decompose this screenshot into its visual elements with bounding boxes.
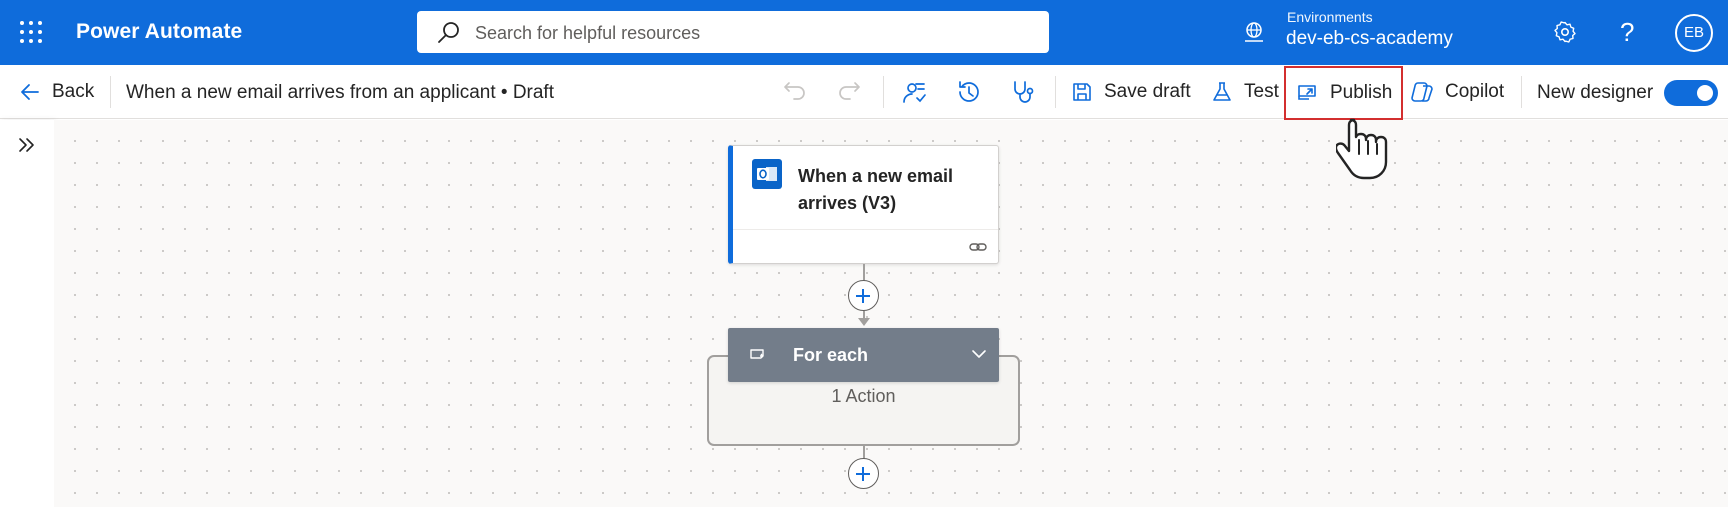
- search-input[interactable]: Search for helpful resources: [475, 23, 700, 44]
- hand-cursor-icon: [1336, 118, 1388, 180]
- save-icon: [1073, 83, 1091, 101]
- app-title[interactable]: Power Automate: [76, 20, 242, 44]
- divider: [1055, 76, 1056, 108]
- new-designer-toggle[interactable]: [1664, 80, 1718, 106]
- copilot-icon: [1411, 82, 1433, 102]
- search-icon: [438, 22, 459, 43]
- help-icon[interactable]: ?: [1620, 17, 1634, 48]
- environment-name[interactable]: dev-eb-cs-academy: [1286, 28, 1453, 50]
- command-bar: Back When a new email arrives from an ap…: [0, 65, 1728, 119]
- divider: [883, 76, 884, 108]
- test-label: Test: [1244, 81, 1279, 102]
- test-button[interactable]: Test: [1210, 65, 1279, 119]
- redo-icon[interactable]: [835, 78, 863, 106]
- action-count: 1 Action: [831, 386, 896, 406]
- foreach-title: For each: [793, 345, 869, 365]
- copilot-label: Copilot: [1445, 81, 1505, 102]
- version-history-icon[interactable]: [955, 78, 983, 106]
- flow-title: When a new email arrives from an applica…: [126, 82, 554, 103]
- search-box[interactable]: Search for helpful resources: [417, 11, 1049, 53]
- publish-button[interactable]: Publish: [1284, 66, 1403, 120]
- undo-icon[interactable]: [781, 78, 809, 106]
- back-label: Back: [52, 81, 95, 102]
- environment-icon[interactable]: [1242, 20, 1266, 44]
- left-sidebar: [0, 120, 54, 507]
- top-bar: Power Automate Search for helpful resour…: [0, 0, 1728, 65]
- divider: [110, 76, 111, 108]
- save-draft-label: Save draft: [1104, 81, 1191, 102]
- flask-icon: [1213, 82, 1231, 101]
- divider: [1521, 76, 1522, 108]
- divider: [733, 229, 998, 230]
- environment-label: Environments: [1287, 9, 1373, 25]
- publish-label: Publish: [1330, 82, 1393, 103]
- add-step-button[interactable]: [848, 280, 879, 311]
- trigger-card[interactable]: When a new email arrives (V3): [728, 145, 999, 264]
- copilot-button[interactable]: Copilot: [1409, 65, 1504, 119]
- gear-icon[interactable]: [1553, 20, 1577, 44]
- avatar[interactable]: EB: [1675, 14, 1713, 52]
- new-designer-label: New designer: [1537, 82, 1654, 103]
- expand-panel-icon[interactable]: [16, 134, 38, 156]
- save-draft-button[interactable]: Save draft: [1070, 65, 1191, 119]
- outlook-icon: [752, 159, 782, 189]
- arrow-left-icon: [21, 84, 39, 100]
- stethoscope-icon[interactable]: [1009, 78, 1037, 106]
- arrow-down-icon: [858, 318, 870, 326]
- trigger-title: When a new email arrives (V3): [798, 166, 954, 213]
- foreach-card[interactable]: For each: [728, 328, 999, 382]
- publish-icon: [1298, 85, 1316, 100]
- chevron-down-icon[interactable]: [971, 348, 987, 360]
- app-launcher-icon[interactable]: [18, 19, 44, 45]
- flow-checker-icon[interactable]: [900, 78, 928, 106]
- loop-icon: [750, 349, 764, 359]
- link-icon: [969, 243, 987, 251]
- add-step-button[interactable]: [848, 458, 879, 489]
- back-button[interactable]: Back: [18, 65, 94, 119]
